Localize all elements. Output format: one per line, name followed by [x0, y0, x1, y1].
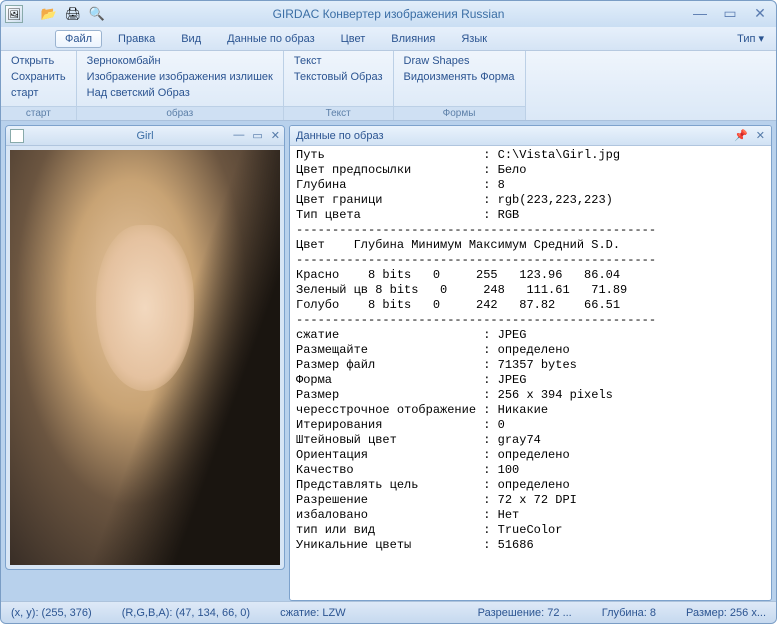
menu-view[interactable]: Вид: [171, 30, 211, 48]
ribbon-group-2: Текст Текстовый Образ Текст: [284, 51, 394, 120]
print-preview-icon[interactable]: 🔍: [87, 5, 107, 23]
status-compression: сжатие: LZW: [280, 607, 346, 619]
ribbon-item[interactable]: Текстовый Образ: [292, 70, 385, 84]
minimize-button[interactable]: —: [692, 5, 708, 22]
panel-body[interactable]: Путь : C:\Vista\Girl.jpg Цвет предпосылк…: [290, 146, 771, 600]
ribbon-item[interactable]: Открыть: [9, 54, 68, 68]
ribbon-group-label: старт: [1, 106, 76, 120]
ribbon-item[interactable]: Draw Shapes: [402, 54, 517, 68]
app-window: 🖼 📂 🖨 🔍 GIRDAC Конвертер изображения Rus…: [0, 0, 777, 624]
menu-file[interactable]: Файл: [55, 30, 102, 48]
child-window-title: Girl: [136, 130, 153, 142]
panel-title: Данные по образ: [296, 130, 384, 142]
ribbon-item[interactable]: Изображение изображения излишек: [85, 70, 275, 84]
ribbon-item[interactable]: Над светский Образ: [85, 86, 275, 100]
status-coords: (x, y): (255, 376): [11, 607, 92, 619]
quick-access-toolbar: 📂 🖨 🔍: [39, 5, 107, 23]
workarea: Girl — ▭ ✕ Данные по образ 📌 ✕ Путь: [1, 121, 776, 601]
child-close-button[interactable]: ✕: [271, 129, 280, 142]
close-button[interactable]: ✕: [752, 5, 768, 22]
menu-language[interactable]: Язык: [451, 30, 497, 48]
open-icon[interactable]: 📂: [39, 5, 59, 23]
status-resolution: Разрешение: 72 ...: [478, 607, 572, 619]
status-size: Размер: 256 x...: [686, 607, 766, 619]
menubar: Файл Правка Вид Данные по образ Цвет Вли…: [1, 27, 776, 51]
ribbon-group-label: Формы: [394, 106, 525, 120]
menu-color[interactable]: Цвет: [331, 30, 376, 48]
ribbon-item[interactable]: Текст: [292, 54, 385, 68]
child-window-controls: — ▭ ✕: [233, 129, 280, 142]
pin-icon[interactable]: 📌: [734, 129, 748, 142]
ribbon-item[interactable]: Зернокомбайн: [85, 54, 275, 68]
panel-close-icon[interactable]: ✕: [756, 129, 765, 142]
print-icon[interactable]: 🖨: [63, 5, 83, 23]
image-data-panel: Данные по образ 📌 ✕ Путь : C:\Vista\Girl…: [289, 125, 772, 601]
menu-type[interactable]: Тип ▾: [731, 29, 770, 48]
menu-edit[interactable]: Правка: [108, 30, 165, 48]
child-minimize-button[interactable]: —: [233, 129, 244, 142]
app-title: GIRDAC Конвертер изображения Russian: [273, 7, 505, 21]
ribbon-group-label: Текст: [284, 106, 393, 120]
portrait-image: [10, 150, 280, 565]
ribbon-item[interactable]: старт: [9, 86, 68, 100]
ribbon-group-1: Зернокомбайн Изображение изображения изли…: [77, 51, 284, 120]
ribbon: Открыть Сохранить старт старт Зернокомбайн Из…: [1, 51, 776, 121]
ribbon-group-3: Draw Shapes Видоизменять Форма Формы: [394, 51, 526, 120]
image-area[interactable]: [6, 146, 284, 569]
child-window-titlebar: Girl — ▭ ✕: [6, 126, 284, 146]
app-icon[interactable]: 🖼: [5, 5, 23, 23]
child-window: Girl — ▭ ✕: [5, 125, 285, 570]
child-maximize-button[interactable]: ▭: [252, 129, 262, 142]
window-controls: — ▭ ✕: [692, 5, 768, 22]
ribbon-item[interactable]: Видоизменять Форма: [402, 70, 517, 84]
maximize-button[interactable]: ▭: [722, 5, 738, 22]
panel-controls: 📌 ✕: [734, 129, 765, 142]
statusbar: (x, y): (255, 376) (R,G,B,A): (47, 134, …: [1, 601, 776, 623]
ribbon-group-label: образ: [77, 106, 283, 120]
status-rgba: (R,G,B,A): (47, 134, 66, 0): [122, 607, 250, 619]
document-icon: [10, 129, 24, 143]
titlebar: 🖼 📂 🖨 🔍 GIRDAC Конвертер изображения Rus…: [1, 1, 776, 27]
panel-titlebar: Данные по образ 📌 ✕: [290, 126, 771, 146]
ribbon-group-0: Открыть Сохранить старт старт: [1, 51, 77, 120]
menu-effects[interactable]: Влияния: [381, 30, 445, 48]
menu-image-data[interactable]: Данные по образ: [217, 30, 325, 48]
ribbon-item[interactable]: Сохранить: [9, 70, 68, 84]
status-depth: Глубина: 8: [602, 607, 656, 619]
